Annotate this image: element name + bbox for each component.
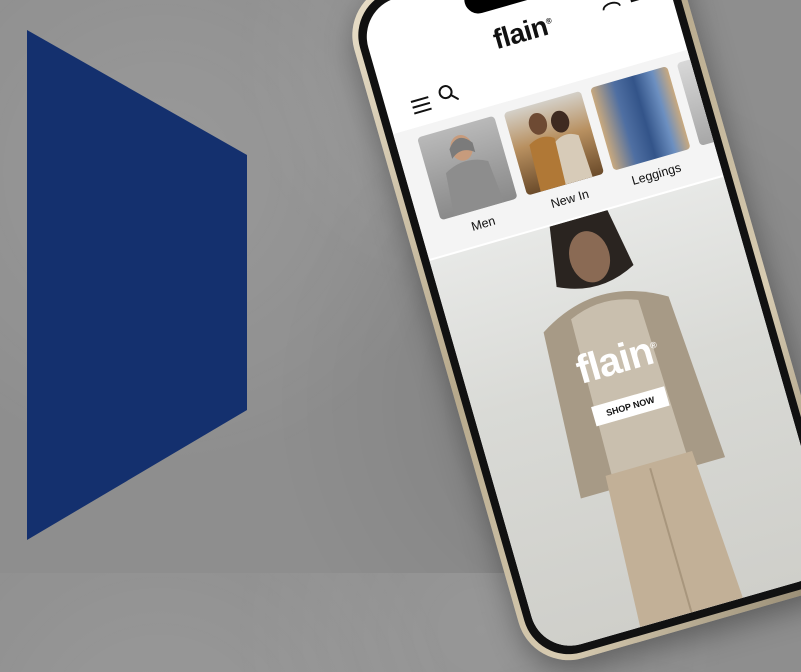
trademark-symbol: ® <box>545 16 553 26</box>
search-icon[interactable] <box>436 81 461 106</box>
category-image <box>417 116 518 221</box>
hero-model-image <box>497 195 782 655</box>
brand-name: flain <box>490 10 551 55</box>
category-item-leggings[interactable]: Leggings <box>590 66 697 192</box>
category-item-new-in[interactable]: New In <box>504 91 611 217</box>
category-image <box>504 91 605 196</box>
category-image <box>590 66 691 171</box>
category-item-men[interactable]: Men <box>417 116 524 242</box>
hamburger-icon[interactable] <box>411 96 432 114</box>
